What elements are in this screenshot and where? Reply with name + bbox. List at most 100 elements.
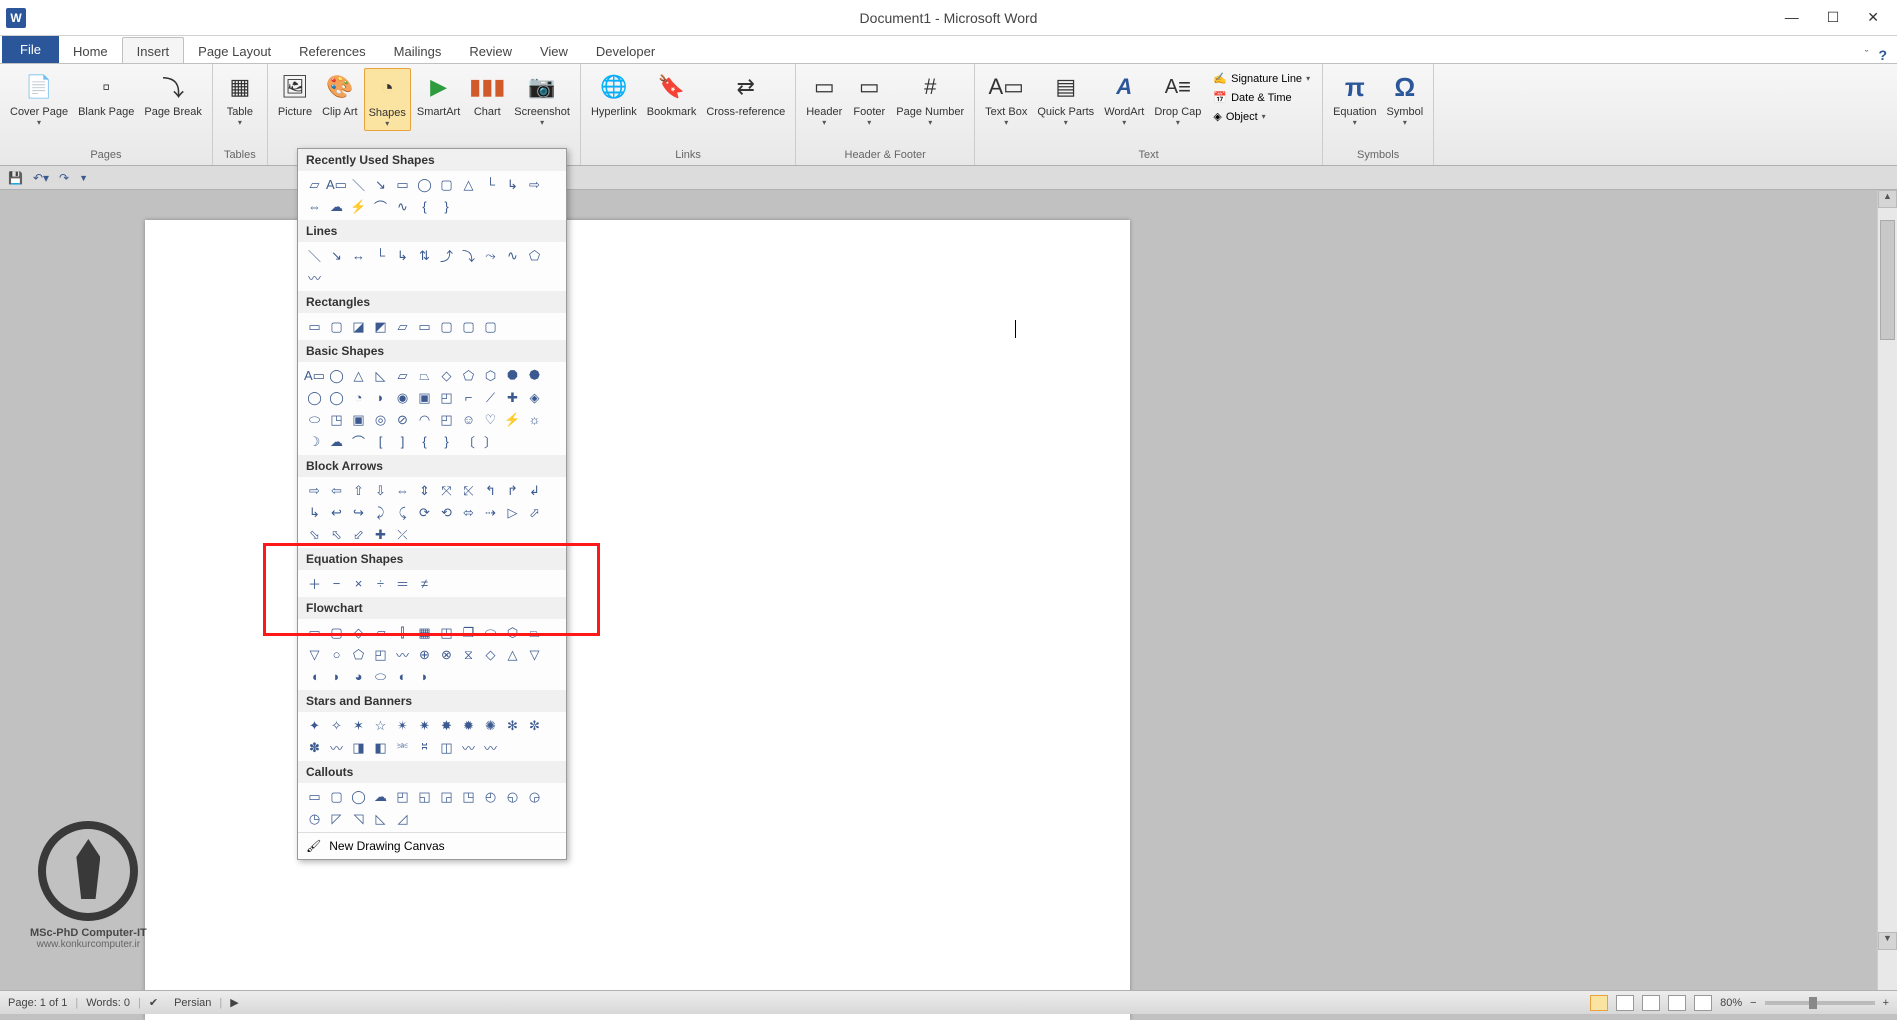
shape-fc-manualinput[interactable]: ⏢	[524, 622, 545, 643]
minimize-button[interactable]: —	[1785, 9, 1799, 26]
save-button[interactable]: 💾	[8, 171, 23, 185]
shape-b-plaque[interactable]: ◈	[524, 387, 545, 408]
shape-bn2[interactable]: ◨	[348, 737, 369, 758]
shape-elbow-arrow[interactable]: ↳	[502, 174, 523, 195]
shape-r5[interactable]: ▱	[392, 316, 413, 337]
shape-st11[interactable]: ✼	[524, 715, 545, 736]
close-button[interactable]: ✕	[1867, 9, 1879, 26]
shape-ar16[interactable]: ⤹	[392, 502, 413, 523]
shape-bn5[interactable]: ⎶	[414, 737, 435, 758]
tab-developer[interactable]: Developer	[582, 38, 669, 63]
shape-fc-collate[interactable]: ⧖	[458, 644, 479, 665]
shape-doublearrow[interactable]: ⇔	[304, 196, 325, 217]
shape-co1[interactable]: ▭	[304, 786, 325, 807]
tab-view[interactable]: View	[526, 38, 582, 63]
shape-b-dbrace[interactable]: 〕	[480, 431, 501, 452]
shape-elbowdbl[interactable]: ⇅	[414, 245, 435, 266]
cover-page-button[interactable]: 📄 Cover Page▾	[6, 68, 72, 129]
shape-co5[interactable]: ◰	[392, 786, 413, 807]
shape-co8[interactable]: ◳	[458, 786, 479, 807]
shape-ar22[interactable]: ⬀	[524, 502, 545, 523]
shape-fc-predef[interactable]: ⫿	[392, 622, 413, 643]
shape-st12[interactable]: ✽	[304, 737, 325, 758]
shape-fc-offpage[interactable]: ⬠	[348, 644, 369, 665]
shape-b-frame[interactable]: ▣	[414, 387, 435, 408]
view-fullscreen[interactable]	[1616, 995, 1634, 1011]
shape-b-can[interactable]: ⬭	[304, 409, 325, 430]
shape-st10[interactable]: ✻	[502, 715, 523, 736]
shape-freeform-curve[interactable]: ∿	[502, 245, 523, 266]
shape-b-bevel[interactable]: ▣	[348, 409, 369, 430]
status-words[interactable]: Words: 0	[86, 997, 130, 1009]
shape-b-donut[interactable]: ◎	[370, 409, 391, 430]
shape-co6[interactable]: ◱	[414, 786, 435, 807]
status-language[interactable]: Persian	[174, 997, 211, 1009]
table-button[interactable]: ▦ Table▾	[219, 68, 261, 129]
shape-fc-merge[interactable]: ▽	[524, 644, 545, 665]
shape-fc-internal[interactable]: ▦	[414, 622, 435, 643]
shape-co14[interactable]: ◹	[348, 808, 369, 829]
shape-b-smile[interactable]: ☺	[458, 409, 479, 430]
shape-b-oval[interactable]: ◯	[326, 365, 347, 386]
shape-b-lbracket[interactable]: [	[370, 431, 391, 452]
shape-b-hex[interactable]: ⬡	[480, 365, 501, 386]
shape-b-tear[interactable]: ◉	[392, 387, 413, 408]
shape-st8[interactable]: ✹	[458, 715, 479, 736]
shape-cloud[interactable]: ☁	[326, 196, 347, 217]
tab-insert[interactable]: Insert	[122, 37, 185, 63]
shape-fc-magdisk[interactable]: ⬭	[370, 666, 391, 687]
shape-ar20[interactable]: ⇢	[480, 502, 501, 523]
shape-b-oct[interactable]: ⯄	[524, 365, 545, 386]
shape-b-cross[interactable]: ✚	[502, 387, 523, 408]
shape-st5[interactable]: ✴	[392, 715, 413, 736]
shape-fc-process[interactable]: ▭	[304, 622, 325, 643]
view-print-layout[interactable]	[1590, 995, 1608, 1011]
scroll-thumb[interactable]	[1880, 220, 1895, 340]
shape-fc-sort[interactable]: ◇	[480, 644, 501, 665]
shape-rightarrow[interactable]: ⇨	[524, 174, 545, 195]
shape-triangle[interactable]: △	[458, 174, 479, 195]
new-drawing-canvas[interactable]: 🖌 New Drawing Canvas	[298, 832, 566, 859]
tab-references[interactable]: References	[285, 38, 379, 63]
shape-st3[interactable]: ✶	[348, 715, 369, 736]
shape-rect[interactable]: ▭	[392, 174, 413, 195]
shape-r8[interactable]: ▢	[458, 316, 479, 337]
shape-co3[interactable]: ◯	[348, 786, 369, 807]
shape-st4[interactable]: ☆	[370, 715, 391, 736]
shape-fc-sum[interactable]: ⊕	[414, 644, 435, 665]
shape-b-rtri[interactable]: ◺	[370, 365, 391, 386]
shape-st9[interactable]: ✺	[480, 715, 501, 736]
shape-b-textbox[interactable]: A▭	[304, 365, 325, 386]
shape-ar24[interactable]: ⬁	[326, 524, 347, 545]
zoom-in-button[interactable]: +	[1883, 997, 1889, 1009]
shape-b-dodec[interactable]: ◯	[326, 387, 347, 408]
shape-b-pent[interactable]: ⬠	[458, 365, 479, 386]
wordart-button[interactable]: A WordArt▾	[1100, 68, 1148, 129]
help-icon[interactable]: ?	[1878, 47, 1887, 63]
dropcap-button[interactable]: A≡ Drop Cap▾	[1150, 68, 1205, 129]
shape-st6[interactable]: ✷	[414, 715, 435, 736]
shape-fc-connector[interactable]: ○	[326, 644, 347, 665]
zoom-out-button[interactable]: −	[1750, 997, 1756, 1009]
shape-b-dbracket[interactable]: 〔	[458, 431, 479, 452]
shape-ar18[interactable]: ⟲	[436, 502, 457, 523]
shape-fc-terminator[interactable]: ⬭	[480, 622, 501, 643]
shape-b-heart[interactable]: ♡	[480, 409, 501, 430]
shape-b-pie[interactable]: ◔	[348, 387, 369, 408]
document-page[interactable]	[145, 220, 1130, 1020]
shape-fc-document[interactable]: ◰	[436, 622, 457, 643]
shape-lightning[interactable]: ⚡	[348, 196, 369, 217]
shape-fc-data[interactable]: ▱	[370, 622, 391, 643]
zoom-slider[interactable]	[1765, 1001, 1875, 1005]
redo-button[interactable]: ↷	[59, 171, 69, 185]
shape-b-rbrace2[interactable]: }	[436, 431, 457, 452]
shape-b-chord[interactable]: ◗	[370, 387, 391, 408]
shape-elbow2[interactable]: └	[370, 245, 391, 266]
shape-co2[interactable]: ▢	[326, 786, 347, 807]
tab-page-layout[interactable]: Page Layout	[184, 38, 285, 63]
shape-curve2[interactable]: ⤴	[436, 245, 457, 266]
tab-file[interactable]: File	[2, 36, 59, 63]
macro-icon[interactable]: ▶	[230, 996, 238, 1009]
shape-doubleline[interactable]: ↔	[348, 245, 369, 266]
shape-b-lbrace2[interactable]: {	[414, 431, 435, 452]
